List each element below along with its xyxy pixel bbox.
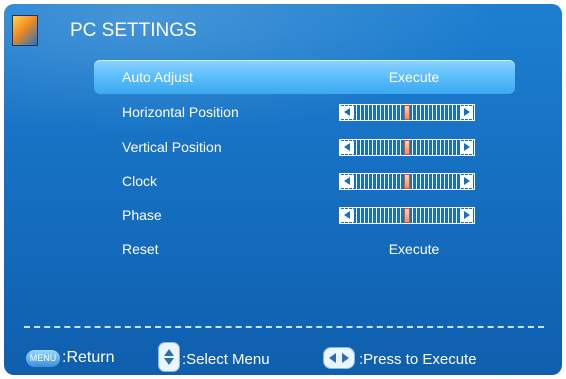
phase-slider[interactable] (339, 207, 475, 224)
row-label: Clock (122, 173, 158, 189)
slider-thumb[interactable] (404, 140, 410, 155)
menu-row-horizontal-position[interactable]: Horizontal Position (94, 95, 515, 129)
row-label: Phase (122, 207, 162, 223)
increase-icon[interactable] (460, 106, 473, 119)
clock-slider[interactable] (339, 173, 475, 190)
return-hint: :Return (62, 349, 115, 366)
footer-divider (24, 326, 544, 328)
left-right-arrows-icon (323, 347, 355, 369)
execute-value[interactable]: Execute (364, 241, 464, 257)
pc-settings-screen: PC SETTINGS Auto Adjust Execute Horizont… (4, 4, 562, 375)
menu-row-auto-adjust[interactable]: Auto Adjust Execute (94, 60, 515, 94)
menu-row-clock[interactable]: Clock (94, 164, 515, 198)
up-down-arrows-icon (158, 342, 180, 372)
select-menu-hint: :Select Menu (182, 351, 270, 368)
menu-row-phase[interactable]: Phase (94, 198, 515, 232)
row-label: Vertical Position (122, 139, 222, 155)
decrease-icon[interactable] (341, 141, 354, 154)
row-label: Reset (122, 241, 159, 257)
vertical-position-slider[interactable] (339, 139, 475, 156)
menu-row-vertical-position[interactable]: Vertical Position (94, 130, 515, 164)
slider-thumb[interactable] (404, 105, 410, 120)
execute-value[interactable]: Execute (364, 69, 464, 85)
decrease-icon[interactable] (341, 106, 354, 119)
flower-icon (12, 15, 38, 46)
horizontal-position-slider[interactable] (339, 104, 475, 121)
decrease-icon[interactable] (341, 209, 354, 222)
increase-icon[interactable] (460, 175, 473, 188)
menu-row-reset[interactable]: Reset Execute (94, 232, 515, 266)
page-title: PC SETTINGS (70, 20, 197, 41)
slider-thumb[interactable] (404, 174, 410, 189)
increase-icon[interactable] (460, 141, 473, 154)
slider-thumb[interactable] (404, 208, 410, 223)
menu-key-icon: MENU (26, 350, 60, 367)
increase-icon[interactable] (460, 209, 473, 222)
row-label: Horizontal Position (122, 104, 239, 120)
press-to-execute-hint: :Press to Execute (359, 351, 477, 368)
decrease-icon[interactable] (341, 175, 354, 188)
row-label: Auto Adjust (122, 69, 193, 85)
